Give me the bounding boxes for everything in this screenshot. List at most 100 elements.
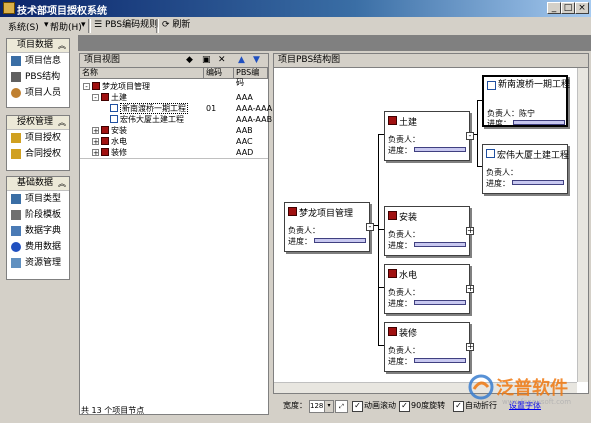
delete-icon[interactable]: ✕ <box>218 54 226 67</box>
logo-text: 泛普软件 <box>496 378 568 399</box>
nav-item-project-people[interactable]: 项目人员 <box>7 85 69 101</box>
collapse-icon[interactable]: - <box>92 94 99 102</box>
column-header-name[interactable]: 名称 <box>80 68 204 79</box>
pbs-node-shuidian[interactable]: 水电 负责人： 进度： + <box>384 264 474 314</box>
nav-item-project-auth[interactable]: 项目授权 <box>7 130 69 146</box>
title-bar: 技术部项目授权系统 _ □ × <box>0 0 591 17</box>
expand-icon[interactable]: + <box>92 149 99 157</box>
nav-group-header[interactable]: 项目数据 ︽ <box>7 39 69 53</box>
toolbar-separator <box>88 19 91 33</box>
refresh-button[interactable]: ⟳ 刷新 <box>162 18 190 33</box>
node-progress-label: 进度： <box>288 237 312 246</box>
node-owner: 负责人： <box>388 346 420 355</box>
nav-group-project-data: 项目数据 ︽ 项目信息 PBS结构 项目人员 <box>6 38 70 108</box>
pbs-node-zhuangxiu[interactable]: 装修 负责人： 进度： + <box>384 322 474 372</box>
menu-help[interactable]: 帮助(H) <box>50 20 82 33</box>
pbs-panel: 项目PBS结构图 梦龙项目管理 负责人： 进度： - 土建 负责人： 进度： -… <box>273 53 589 394</box>
nav-group-header[interactable]: 基础数据 ︽ <box>7 177 69 191</box>
dollar-icon <box>11 242 21 252</box>
panel-title: 项目视图 <box>84 55 121 65</box>
vertical-scrollbar[interactable] <box>577 68 588 382</box>
minimize-button[interactable]: _ <box>547 2 561 14</box>
width-input[interactable]: 128 <box>309 400 325 413</box>
nav-item-contract-auth[interactable]: 合同授权 <box>7 146 69 162</box>
pbs-rule-button[interactable]: ☰ PBS编码规则 <box>94 18 158 33</box>
status-text: 共 13 个项目节点 <box>81 406 145 415</box>
document-icon <box>486 149 495 158</box>
project-view-panel: 项目视图 ◆ ▣ ✕ ▲ ▼ 名称 编码 PBS编码 - 梦龙项目管理 - 土建… <box>79 53 272 415</box>
node-title: 安装 <box>399 213 418 223</box>
row-name: 新南渡桥一期工程 <box>120 103 188 114</box>
option-scroll-label: 动画滚动 <box>364 401 396 410</box>
expand-icon[interactable]: + <box>92 138 99 146</box>
nav-item-stage-template[interactable]: 阶段模板 <box>7 207 69 223</box>
table-row[interactable]: + 安装 AAB <box>80 125 268 136</box>
collapse-icon[interactable]: - <box>366 223 374 231</box>
node-title: 水电 <box>399 271 418 281</box>
expand-icon[interactable]: + <box>466 343 474 351</box>
column-header-code[interactable]: 编码 <box>204 68 234 79</box>
node-title: 装修 <box>399 329 418 339</box>
table-row-selected[interactable]: 新南渡桥一期工程 01 AAA-AAA <box>80 103 272 114</box>
pbs-rule-label: PBS编码规则 <box>104 20 159 30</box>
nav-group-title: 项目数据 <box>17 40 54 50</box>
row-pbs: AAA-AAA <box>236 104 273 113</box>
tree-icon <box>11 72 21 82</box>
column-header-pbs[interactable]: PBS编码 <box>234 68 268 87</box>
tag-icon[interactable]: ◆ <box>186 54 193 67</box>
row-name: 装修 <box>111 148 127 157</box>
maximize-button[interactable]: □ <box>561 2 575 14</box>
pbs-node-anzhuang[interactable]: 安装 负责人： 进度： + <box>384 206 474 256</box>
spin-icon[interactable]: ▾ <box>324 400 334 413</box>
row-name: 水电 <box>111 137 127 146</box>
logo-url: www.fanpusoft.com <box>502 398 572 406</box>
pbs-node-xinnan[interactable]: 新南渡桥一期工程 负责人：陈宁 进度： <box>482 75 570 128</box>
add-node-icon[interactable]: ▣ <box>202 54 211 67</box>
row-pbs: AAA <box>236 93 253 102</box>
node-progress-label: 进度： <box>388 357 412 366</box>
table-row[interactable]: - 梦龙项目管理 <box>80 81 268 92</box>
expand-icon[interactable]: + <box>92 127 99 135</box>
node-title: 新南渡桥一期工程 <box>498 80 571 90</box>
close-button[interactable]: × <box>575 2 589 14</box>
menu-system[interactable]: 系统(S) <box>8 20 39 33</box>
table-row[interactable]: 宏伟大厦土建工程 AAA-AAB <box>80 114 272 125</box>
checkbox-scroll[interactable]: ✓ <box>352 401 363 412</box>
move-down-icon[interactable]: ▼ <box>253 54 260 67</box>
nav-group-header[interactable]: 授权管理 ︽ <box>7 116 69 130</box>
nav-item-project-info[interactable]: 项目信息 <box>7 53 69 69</box>
nav-item-pbs-structure[interactable]: PBS结构 <box>7 69 69 85</box>
move-up-icon[interactable]: ▲ <box>238 54 245 67</box>
nav-group-title: 基础数据 <box>17 178 54 188</box>
zoom-icon[interactable]: ⤢ <box>335 400 348 413</box>
collapse-icon[interactable]: - <box>466 132 474 140</box>
table-row[interactable]: - 土建 AAA <box>80 92 268 103</box>
checkbox-rotate[interactable]: ✓ <box>399 401 410 412</box>
pbs-node-root[interactable]: 梦龙项目管理 负责人： 进度： - <box>284 202 374 252</box>
expand-icon[interactable]: + <box>466 285 474 293</box>
checkbox-auto-wrap[interactable]: ✓ <box>453 401 464 412</box>
progress-bar <box>414 300 466 305</box>
node-progress-label: 进度： <box>487 119 511 128</box>
toolbar-separator <box>156 19 159 33</box>
nav-item-label: 阶段模板 <box>25 210 62 220</box>
refresh-icon: ⟳ <box>162 20 173 30</box>
progress-bar <box>414 358 466 363</box>
table-row[interactable]: + 水电 AAC <box>80 136 268 147</box>
pbs-node-hongwei[interactable]: 宏伟大厦土建工程 负责人： 进度： <box>482 144 569 194</box>
expand-icon[interactable]: + <box>466 227 474 235</box>
logo-mark-icon <box>468 374 494 400</box>
pbs-node-tujian[interactable]: 土建 负责人： 进度： - <box>384 111 474 161</box>
logo: 泛普软件 www.fanpusoft.com <box>468 372 588 410</box>
collapse-icon[interactable]: - <box>83 83 90 91</box>
nav-item-resource-mgmt[interactable]: 资源管理 <box>7 255 69 271</box>
nav-item-cost-data[interactable]: 费用数据 <box>7 239 69 255</box>
app-icon <box>3 2 15 14</box>
nav-item-data-dict[interactable]: 数据字典 <box>7 223 69 239</box>
nav-group-auth: 授权管理 ︽ 项目授权 合同授权 <box>6 115 70 171</box>
nav-item-project-type[interactable]: 项目类型 <box>7 191 69 207</box>
table-row[interactable]: + 装修 AAD <box>80 147 268 158</box>
progress-bar <box>414 147 466 152</box>
grid-icon <box>11 194 21 204</box>
chevron-down-icon: ▾ <box>81 20 86 30</box>
